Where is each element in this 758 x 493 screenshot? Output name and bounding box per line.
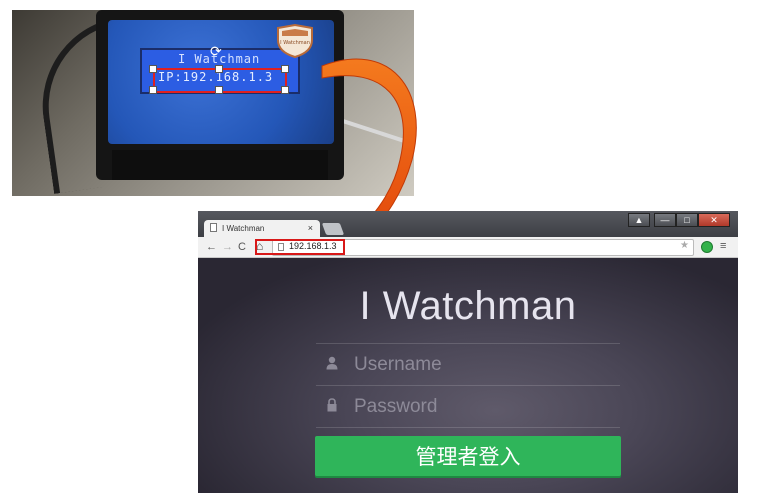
selection-handle	[149, 86, 157, 94]
url-highlight-box	[255, 239, 345, 255]
divider	[316, 427, 620, 428]
divider	[316, 343, 620, 344]
new-tab-button[interactable]	[321, 223, 345, 235]
device-enclosure-front	[112, 150, 328, 180]
user-icon[interactable]: ▲	[628, 213, 650, 227]
selection-handle	[215, 65, 223, 73]
shield-logo-icon: I Watchman	[277, 24, 313, 58]
browser-tab[interactable]: I Watchman ×	[204, 220, 320, 238]
selection-handle	[149, 65, 157, 73]
selection-handle	[281, 65, 289, 73]
device-photo: I Watchman IP:192.168.1.3 ⟳ I Watchman	[12, 10, 414, 196]
selection-handle	[215, 86, 223, 94]
password-field	[316, 387, 620, 425]
username-field	[316, 345, 620, 383]
selection-handle	[281, 86, 289, 94]
rotate-icon: ⟳	[210, 43, 222, 59]
extension-icon[interactable]	[701, 241, 713, 253]
menu-icon[interactable]: ≡	[720, 240, 726, 252]
browser-window: I Watchman × ▲ — □ ✕ ← → C ⌂ 192.168.1.3…	[198, 211, 738, 493]
page-title: I Watchman	[359, 284, 577, 328]
maximize-button[interactable]: □	[676, 213, 698, 227]
page-icon	[210, 223, 217, 232]
browser-titlebar: I Watchman × ▲ — □ ✕	[198, 211, 738, 238]
username-input[interactable]	[352, 349, 616, 381]
close-icon[interactable]: ×	[308, 223, 313, 233]
login-page: I Watchman 管理者登入	[198, 258, 738, 493]
tab-title: I Watchman	[222, 224, 265, 233]
minimize-button[interactable]: —	[654, 213, 676, 227]
password-input[interactable]	[352, 391, 616, 423]
window-close-button[interactable]: ✕	[698, 213, 730, 227]
admin-login-button[interactable]: 管理者登入	[315, 436, 621, 476]
forward-arrow-icon[interactable]: →	[222, 240, 233, 254]
reload-icon[interactable]: C	[238, 240, 246, 254]
lock-icon	[327, 398, 337, 412]
user-icon	[326, 356, 338, 370]
bookmark-star-icon[interactable]: ★	[680, 240, 689, 251]
divider	[316, 385, 620, 386]
back-arrow-icon[interactable]: ←	[206, 240, 217, 254]
svg-text:I Watchman: I Watchman	[280, 40, 310, 46]
